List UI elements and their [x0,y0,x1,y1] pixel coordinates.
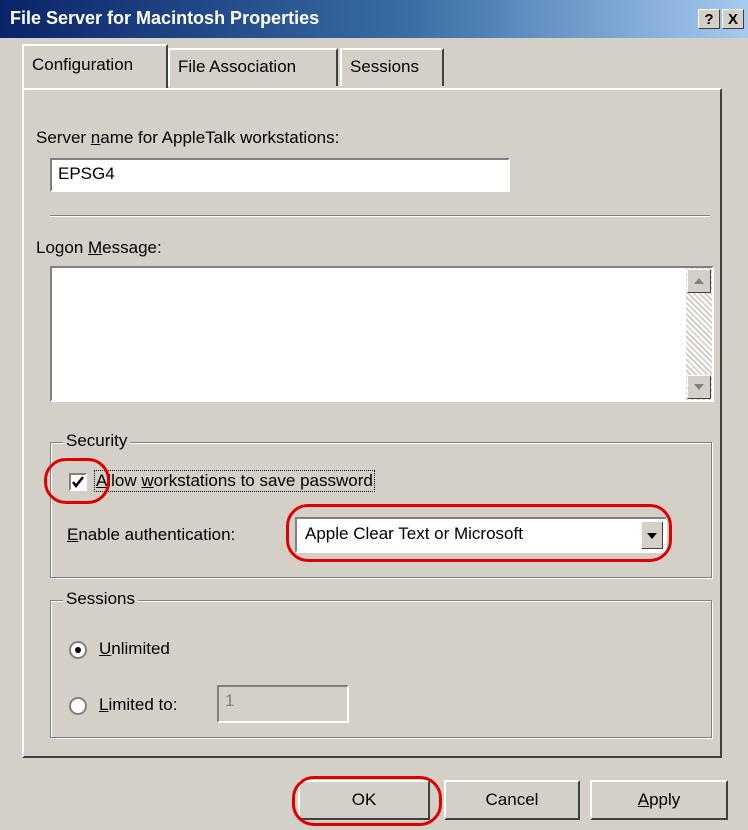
tab-file-association[interactable]: File Association [168,48,338,86]
logon-message-label: Logon Message: [36,238,162,257]
dropdown-button[interactable] [641,521,663,549]
sessions-group: Sessions Unlimited Limited to: 1 [50,589,712,738]
session-limit-input[interactable]: 1 [217,685,349,723]
title-bar[interactable]: File Server for Macintosh Properties ? X [0,0,748,38]
logon-message-textarea[interactable] [50,266,714,402]
help-button[interactable]: ? [698,9,720,29]
ok-button[interactable]: OK [298,780,430,820]
save-password-checkbox[interactable] [69,473,87,491]
authentication-selected-value: Apple Clear Text or Microsoft [305,524,523,543]
sessions-group-title: Sessions [63,589,138,609]
up-arrow-icon [694,278,704,284]
window-title: File Server for Macintosh Properties [10,8,320,28]
server-name-label: Server name for AppleTalk workstations: [36,128,340,147]
logon-message-scrollbar[interactable] [686,268,712,400]
security-group: Security Allow workstations to save pass… [50,431,712,578]
cancel-button[interactable]: Cancel [444,780,580,820]
enable-authentication-label: Enable authentication: [67,525,236,544]
checkmark-icon [72,476,84,489]
chevron-down-icon [647,533,657,539]
security-group-title: Security [63,431,131,451]
scroll-up-button[interactable] [687,269,711,293]
apply-button[interactable]: Apply [590,780,728,820]
tab-configuration[interactable]: Configuration [22,44,168,88]
divider [50,215,710,217]
configuration-panel: Server name for AppleTalk workstations: … [22,88,722,758]
close-button[interactable]: X [722,9,744,29]
down-arrow-icon [694,384,704,390]
server-name-input[interactable]: EPSG4 [50,158,510,192]
limited-label[interactable]: Limited to: [99,695,177,715]
authentication-dropdown[interactable]: Apple Clear Text or Microsoft [295,517,667,553]
unlimited-label[interactable]: Unlimited [99,639,170,659]
limited-radio[interactable] [69,697,87,715]
properties-dialog: File Server for Macintosh Properties ? X… [0,0,748,830]
save-password-label[interactable]: Allow workstations to save password [94,470,375,492]
scroll-down-button[interactable] [687,375,711,399]
tab-sessions[interactable]: Sessions [340,48,444,86]
unlimited-radio[interactable] [69,641,87,659]
